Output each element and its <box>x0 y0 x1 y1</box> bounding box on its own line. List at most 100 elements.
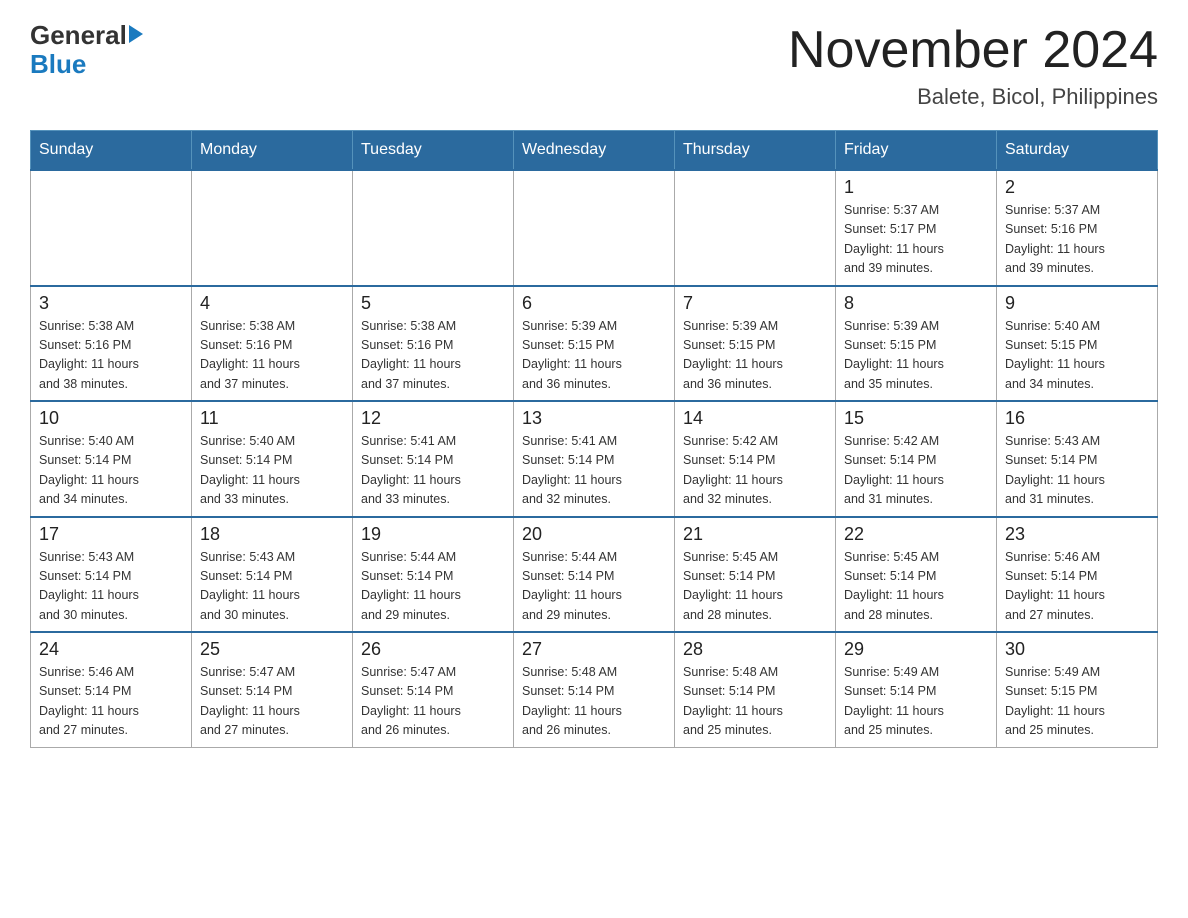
day-number: 30 <box>1005 639 1149 660</box>
calendar-cell: 2 Sunrise: 5:37 AM Sunset: 5:16 PM Daylig… <box>997 170 1158 286</box>
day-number: 6 <box>522 293 666 314</box>
day-info: Sunrise: 5:37 AM Sunset: 5:16 PM Dayligh… <box>1005 201 1149 279</box>
day-number: 5 <box>361 293 505 314</box>
weekday-header-saturday: Saturday <box>997 131 1158 171</box>
calendar-cell: 10Sunrise: 5:40 AM Sunset: 5:14 PM Dayli… <box>31 401 192 517</box>
day-info: Sunrise: 5:45 AM Sunset: 5:14 PM Dayligh… <box>844 548 988 626</box>
day-number: 3 <box>39 293 183 314</box>
calendar-cell: 26 Sunrise: 5:47 AM Sunset: 5:14 PM Dayli… <box>353 632 514 747</box>
day-number: 22 <box>844 524 988 545</box>
weekday-header-thursday: Thursday <box>675 131 836 171</box>
day-info: Sunrise: 5:39 AM Sunset: 5:15 PM Dayligh… <box>522 317 666 395</box>
day-info: Sunrise: 5:37 AM Sunset: 5:17 PM Dayligh… <box>844 201 988 279</box>
calendar-cell <box>675 170 836 286</box>
day-info: Sunrise: 5:40 AM Sunset: 5:14 PM Dayligh… <box>39 432 183 510</box>
calendar-cell: 24 Sunrise: 5:46 AM Sunset: 5:14 PM Dayli… <box>31 632 192 747</box>
calendar-cell: 29 Sunrise: 5:49 AM Sunset: 5:14 PM Dayli… <box>836 632 997 747</box>
weekday-header-wednesday: Wednesday <box>514 131 675 171</box>
location-title: Balete, Bicol, Philippines <box>788 84 1158 110</box>
weekday-header-friday: Friday <box>836 131 997 171</box>
logo-arrow-icon <box>129 25 143 43</box>
calendar-cell: 18 Sunrise: 5:43 AM Sunset: 5:14 PM Dayli… <box>192 517 353 633</box>
day-number: 8 <box>844 293 988 314</box>
calendar-cell: 17Sunrise: 5:43 AM Sunset: 5:14 PM Dayli… <box>31 517 192 633</box>
calendar-cell <box>192 170 353 286</box>
day-info: Sunrise: 5:49 AM Sunset: 5:15 PM Dayligh… <box>1005 663 1149 741</box>
calendar-cell: 27Sunrise: 5:48 AM Sunset: 5:14 PM Dayli… <box>514 632 675 747</box>
title-area: November 2024 Balete, Bicol, Philippines <box>788 20 1158 110</box>
weekday-header-sunday: Sunday <box>31 131 192 171</box>
day-number: 13 <box>522 408 666 429</box>
day-info: Sunrise: 5:43 AM Sunset: 5:14 PM Dayligh… <box>200 548 344 626</box>
day-info: Sunrise: 5:47 AM Sunset: 5:14 PM Dayligh… <box>200 663 344 741</box>
header: General Blue November 2024 Balete, Bicol… <box>30 20 1158 110</box>
day-info: Sunrise: 5:38 AM Sunset: 5:16 PM Dayligh… <box>39 317 183 395</box>
calendar-cell: 13Sunrise: 5:41 AM Sunset: 5:14 PM Dayli… <box>514 401 675 517</box>
day-info: Sunrise: 5:43 AM Sunset: 5:14 PM Dayligh… <box>39 548 183 626</box>
day-info: Sunrise: 5:42 AM Sunset: 5:14 PM Dayligh… <box>683 432 827 510</box>
day-info: Sunrise: 5:44 AM Sunset: 5:14 PM Dayligh… <box>522 548 666 626</box>
calendar-cell <box>31 170 192 286</box>
day-info: Sunrise: 5:48 AM Sunset: 5:14 PM Dayligh… <box>683 663 827 741</box>
day-info: Sunrise: 5:46 AM Sunset: 5:14 PM Dayligh… <box>39 663 183 741</box>
week-row-4: 17Sunrise: 5:43 AM Sunset: 5:14 PM Dayli… <box>31 517 1158 633</box>
week-row-2: 3 Sunrise: 5:38 AM Sunset: 5:16 PM Daylig… <box>31 286 1158 402</box>
weekday-header-row: SundayMondayTuesdayWednesdayThursdayFrid… <box>31 131 1158 171</box>
day-info: Sunrise: 5:44 AM Sunset: 5:14 PM Dayligh… <box>361 548 505 626</box>
day-info: Sunrise: 5:41 AM Sunset: 5:14 PM Dayligh… <box>361 432 505 510</box>
calendar-cell: 23Sunrise: 5:46 AM Sunset: 5:14 PM Dayli… <box>997 517 1158 633</box>
calendar-cell <box>514 170 675 286</box>
logo-blue-text: Blue <box>30 49 86 80</box>
weekday-header-monday: Monday <box>192 131 353 171</box>
calendar-cell: 4Sunrise: 5:38 AM Sunset: 5:16 PM Daylig… <box>192 286 353 402</box>
week-row-1: 1 Sunrise: 5:37 AM Sunset: 5:17 PM Daylig… <box>31 170 1158 286</box>
calendar-cell: 6 Sunrise: 5:39 AM Sunset: 5:15 PM Daylig… <box>514 286 675 402</box>
logo: General Blue <box>30 20 143 80</box>
weekday-header-tuesday: Tuesday <box>353 131 514 171</box>
calendar-cell: 3 Sunrise: 5:38 AM Sunset: 5:16 PM Daylig… <box>31 286 192 402</box>
calendar-cell: 15 Sunrise: 5:42 AM Sunset: 5:14 PM Dayli… <box>836 401 997 517</box>
week-row-3: 10Sunrise: 5:40 AM Sunset: 5:14 PM Dayli… <box>31 401 1158 517</box>
day-number: 2 <box>1005 177 1149 198</box>
calendar-cell: 19 Sunrise: 5:44 AM Sunset: 5:14 PM Dayli… <box>353 517 514 633</box>
day-info: Sunrise: 5:39 AM Sunset: 5:15 PM Dayligh… <box>683 317 827 395</box>
calendar-cell: 14 Sunrise: 5:42 AM Sunset: 5:14 PM Dayli… <box>675 401 836 517</box>
day-number: 7 <box>683 293 827 314</box>
day-info: Sunrise: 5:47 AM Sunset: 5:14 PM Dayligh… <box>361 663 505 741</box>
calendar-cell: 21 Sunrise: 5:45 AM Sunset: 5:14 PM Dayli… <box>675 517 836 633</box>
calendar-cell: 16Sunrise: 5:43 AM Sunset: 5:14 PM Dayli… <box>997 401 1158 517</box>
calendar-cell: 5 Sunrise: 5:38 AM Sunset: 5:16 PM Daylig… <box>353 286 514 402</box>
calendar-cell: 9Sunrise: 5:40 AM Sunset: 5:15 PM Daylig… <box>997 286 1158 402</box>
day-number: 24 <box>39 639 183 660</box>
day-number: 29 <box>844 639 988 660</box>
day-number: 19 <box>361 524 505 545</box>
day-info: Sunrise: 5:43 AM Sunset: 5:14 PM Dayligh… <box>1005 432 1149 510</box>
day-number: 9 <box>1005 293 1149 314</box>
day-number: 12 <box>361 408 505 429</box>
day-number: 23 <box>1005 524 1149 545</box>
calendar-cell: 22 Sunrise: 5:45 AM Sunset: 5:14 PM Dayli… <box>836 517 997 633</box>
calendar-cell <box>353 170 514 286</box>
day-info: Sunrise: 5:49 AM Sunset: 5:14 PM Dayligh… <box>844 663 988 741</box>
day-number: 21 <box>683 524 827 545</box>
day-number: 26 <box>361 639 505 660</box>
day-number: 1 <box>844 177 988 198</box>
day-number: 11 <box>200 408 344 429</box>
calendar-cell: 25Sunrise: 5:47 AM Sunset: 5:14 PM Dayli… <box>192 632 353 747</box>
day-number: 15 <box>844 408 988 429</box>
calendar-cell: 30 Sunrise: 5:49 AM Sunset: 5:15 PM Dayli… <box>997 632 1158 747</box>
day-number: 28 <box>683 639 827 660</box>
day-number: 14 <box>683 408 827 429</box>
day-info: Sunrise: 5:38 AM Sunset: 5:16 PM Dayligh… <box>361 317 505 395</box>
logo-general-text: General <box>30 20 127 51</box>
calendar-cell: 12 Sunrise: 5:41 AM Sunset: 5:14 PM Dayli… <box>353 401 514 517</box>
day-info: Sunrise: 5:42 AM Sunset: 5:14 PM Dayligh… <box>844 432 988 510</box>
day-number: 4 <box>200 293 344 314</box>
calendar-cell: 1 Sunrise: 5:37 AM Sunset: 5:17 PM Daylig… <box>836 170 997 286</box>
day-info: Sunrise: 5:40 AM Sunset: 5:14 PM Dayligh… <box>200 432 344 510</box>
month-title: November 2024 <box>788 20 1158 80</box>
day-number: 18 <box>200 524 344 545</box>
calendar-table: SundayMondayTuesdayWednesdayThursdayFrid… <box>30 130 1158 748</box>
calendar-cell: 20Sunrise: 5:44 AM Sunset: 5:14 PM Dayli… <box>514 517 675 633</box>
day-info: Sunrise: 5:45 AM Sunset: 5:14 PM Dayligh… <box>683 548 827 626</box>
